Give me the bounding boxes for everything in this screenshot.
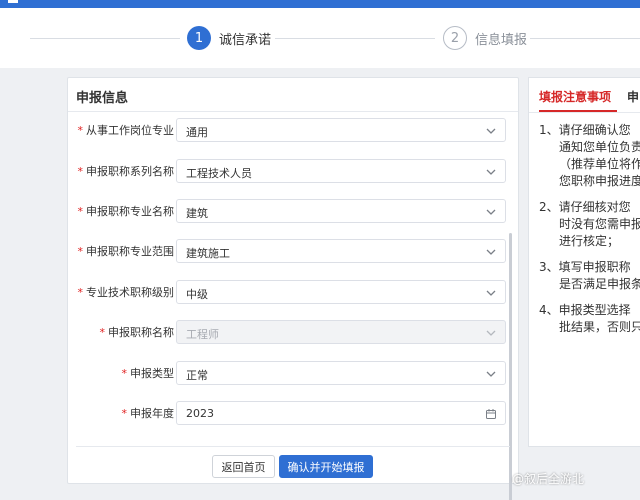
work-specialty-select[interactable]: 通用 [176, 118, 506, 142]
chevron-down-icon [485, 125, 497, 137]
step-2-number: 2 [443, 26, 467, 50]
step-connector-right [530, 38, 640, 39]
field-title-name: * 申报职称名称 工程师 [68, 320, 518, 344]
field-label: * 申报职称专业范围 [77, 245, 175, 258]
field-label: * 从事工作岗位专业 [77, 124, 175, 137]
divider [68, 111, 518, 112]
select-value: 工程技术人员 [186, 167, 252, 180]
field-title-specialty: * 申报职称专业名称 建筑 [68, 199, 518, 223]
notice-line: 您职称申报进度 [559, 174, 640, 188]
required-mark: * [77, 286, 84, 299]
step-1: 1 诚信承诺 [187, 26, 271, 50]
required-mark: * [77, 124, 84, 137]
step-1-number: 1 [187, 26, 211, 50]
notice-item: 1、请仔细确认您 通知您单位负责 （推荐单位将作 您职称申报进度 [539, 122, 640, 190]
select-value: 建筑 [186, 207, 208, 220]
chevron-down-icon [485, 327, 497, 339]
required-mark: * [77, 245, 84, 258]
select-value: 通用 [186, 126, 208, 139]
progress-steps: 1 诚信承诺 2 信息填报 [0, 8, 640, 68]
chevron-down-icon [485, 206, 497, 218]
field-label: * 专业技术职称级别 [77, 286, 175, 299]
chevron-down-icon [485, 166, 497, 178]
notice-line: 2、请仔细核对您 [539, 200, 631, 214]
field-label: * 申报类型 [121, 367, 175, 380]
tab-filling-notes[interactable]: 填报注意事项 [539, 88, 611, 105]
specialty-scope-select[interactable]: 建筑施工 [176, 239, 506, 263]
field-title-level: * 专业技术职称级别 中级 [68, 280, 518, 304]
field-label: * 申报职称系列名称 [77, 165, 175, 178]
field-label: * 申报职称名称 [99, 326, 175, 339]
step-1-label: 诚信承诺 [219, 32, 272, 48]
required-mark: * [77, 205, 84, 218]
step-connector-middle [275, 38, 435, 39]
notice-item: 2、请仔细核对您 时没有您需申报 进行核定； [539, 199, 640, 250]
field-application-type: * 申报类型 正常 [68, 361, 518, 385]
field-work-specialty: * 从事工作岗位专业 通用 [68, 118, 518, 142]
required-mark: * [77, 165, 84, 178]
title-name-select: 工程师 [176, 320, 506, 344]
select-value: 工程师 [186, 328, 219, 341]
chevron-down-icon [485, 246, 497, 258]
notice-line: （推荐单位将作 [559, 157, 640, 171]
step-connector-left [30, 38, 180, 39]
application-type-select[interactable]: 正常 [176, 361, 506, 385]
top-header-bar [0, 0, 640, 8]
required-mark: * [121, 407, 128, 420]
notice-line: 1、请仔细确认您 [539, 123, 631, 137]
notice-line: 3、填写申报职称 [539, 260, 631, 274]
notice-item: 4、申报类型选择 批结果，否则只 [539, 302, 640, 336]
title-specialty-select[interactable]: 建筑 [176, 199, 506, 223]
title-series-select[interactable]: 工程技术人员 [176, 159, 506, 183]
required-mark: * [121, 367, 128, 380]
select-value: 正常 [186, 369, 208, 382]
field-title-series: * 申报职称系列名称 工程技术人员 [68, 159, 518, 183]
notice-line: 批结果，否则只 [559, 320, 640, 334]
divider [76, 446, 510, 447]
chevron-down-icon [485, 287, 497, 299]
required-mark: * [99, 326, 106, 339]
application-info-panel: 申报信息 * 从事工作岗位专业 通用 * 申报职称系列名称 工程技术人员 * 申报职称… [67, 77, 519, 500]
notice-line: 时没有您需申报 [559, 217, 640, 231]
divider [529, 112, 640, 113]
panel-title: 申报信息 [76, 91, 129, 106]
field-label: * 申报职称专业名称 [77, 205, 175, 218]
watermark: @叙后全游北 [512, 472, 585, 486]
form-scrollbar[interactable] [509, 233, 512, 500]
confirm-and-start-button[interactable]: 确认并开始填报 [279, 455, 373, 478]
step-2-label: 信息填报 [475, 32, 528, 48]
select-value: 中级 [186, 288, 208, 301]
select-value: 2023 [186, 407, 214, 420]
notice-line: 是否满足申报条 [559, 277, 640, 291]
field-specialty-scope: * 申报职称专业范围 建筑施工 [68, 239, 518, 263]
application-year-picker[interactable]: 2023 [176, 401, 506, 425]
back-to-home-button[interactable]: 返回首页 [212, 455, 275, 478]
title-level-select[interactable]: 中级 [176, 280, 506, 304]
header-mark [8, 0, 18, 3]
notice-panel: 填报注意事项 申 1、请仔细确认您 通知您单位负责 （推荐单位将作 您职称申报进… [528, 77, 640, 447]
step-2: 2 信息填报 [443, 26, 527, 50]
field-application-year: * 申报年度 2023 [68, 401, 518, 425]
notice-line: 4、申报类型选择 [539, 303, 631, 317]
calendar-icon [485, 408, 497, 420]
notice-line: 通知您单位负责 [559, 140, 640, 154]
notice-line: 进行核定； [559, 234, 620, 248]
notice-item: 3、填写申报职称 是否满足申报条 [539, 259, 640, 293]
chevron-down-icon [485, 368, 497, 380]
select-value: 建筑施工 [186, 247, 230, 260]
tab-second[interactable]: 申 [627, 88, 639, 105]
notice-list: 1、请仔细确认您 通知您单位负责 （推荐单位将作 您职称申报进度 2、请仔细核对… [539, 122, 640, 345]
field-label: * 申报年度 [121, 407, 175, 420]
